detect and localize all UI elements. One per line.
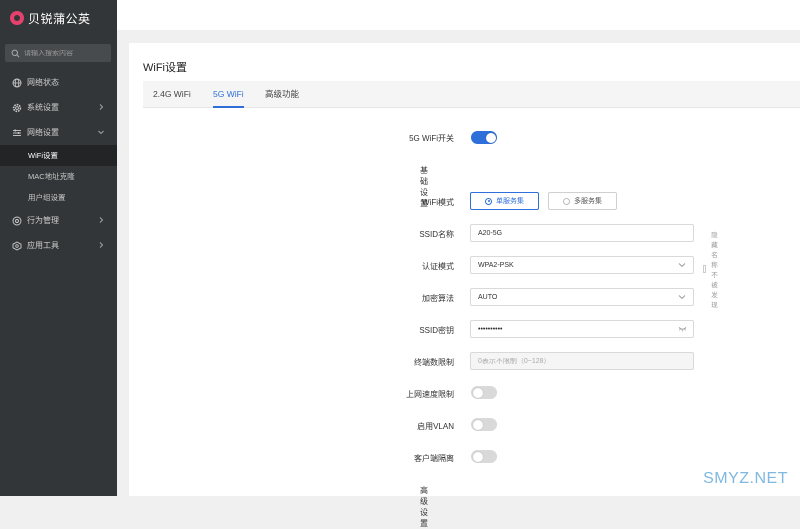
password-field[interactable]: ••••••••••: [470, 320, 694, 338]
sidebar-item-app-tools[interactable]: 应用工具: [0, 233, 117, 258]
radio-icon: [485, 197, 492, 205]
advanced-section-title: 高级设置: [420, 486, 428, 528]
search-box[interactable]: [5, 44, 111, 62]
gear-icon: [12, 103, 22, 113]
tab-bar: 2.4G WiFi 5G WiFi 高级功能: [143, 81, 800, 108]
sidebar-item-label: 网络状态: [27, 78, 59, 87]
sidebar-item-network-settings[interactable]: 网络设置: [0, 120, 117, 145]
ssid-label: SSID名称: [419, 230, 454, 239]
page-title: WiFi设置: [143, 62, 187, 74]
logo-icon: [10, 11, 24, 25]
hide-ssid-label: 隐藏名称不被发现: [711, 232, 718, 309]
checkbox-icon: [703, 265, 707, 273]
client-limit-input[interactable]: [478, 357, 672, 365]
client-limit-field[interactable]: [470, 352, 694, 370]
behavior-icon: [12, 216, 22, 226]
password-label: SSID密钥: [419, 326, 454, 335]
logo-text: 贝锐蒲公英: [28, 11, 91, 26]
top-bar: [117, 0, 800, 30]
tab-5g-wifi[interactable]: 5G WiFi: [213, 81, 244, 108]
sidebar-subitem-wifi-settings[interactable]: WiFi设置: [0, 145, 117, 166]
sidebar-item-label: 系统设置: [27, 103, 59, 112]
mode-option-label: 多服务集: [574, 198, 602, 205]
hide-ssid-checkbox[interactable]: 隐藏名称不被发现: [703, 229, 723, 309]
search-icon: [11, 49, 20, 58]
auth-select[interactable]: WPA2-PSK: [470, 256, 694, 274]
mode-label: WiFi模式: [422, 198, 454, 207]
sidebar-nav: 网络状态 系统设置 网络设置 WiFi设置 MAC地址克隆 用户组设置 行为管理…: [0, 70, 117, 258]
sidebar-item-behavior-management[interactable]: 行为管理: [0, 208, 117, 233]
sidebar-subitem-mac-clone[interactable]: MAC地址克隆: [0, 166, 117, 187]
auth-value: WPA2-PSK: [478, 261, 514, 269]
auth-label: 认证模式: [422, 262, 454, 271]
wifi-switch-toggle[interactable]: [471, 131, 497, 144]
mode-option-label: 单服务集: [496, 198, 524, 205]
vlan-toggle[interactable]: [471, 418, 497, 431]
speed-limit-label: 上网速度限制: [406, 390, 454, 399]
isolation-label: 客户端隔离: [414, 454, 454, 463]
chevron-down-icon: [678, 262, 686, 268]
ssid-input[interactable]: [478, 229, 672, 237]
search-input[interactable]: [24, 49, 104, 57]
logo: 贝锐蒲公英: [10, 9, 91, 27]
chevron-right-icon: [97, 216, 105, 224]
watermark: SMYZ.NET: [703, 470, 788, 487]
cipher-value: AUTO: [478, 293, 498, 301]
client-limit-label: 终端数限制: [414, 358, 454, 367]
eye-closed-icon[interactable]: [678, 326, 687, 332]
sidebar-item-system-settings[interactable]: 系统设置: [0, 95, 117, 120]
sidebar: 贝锐蒲公英 网络状态 系统设置 网络设置: [0, 0, 117, 496]
wifi-switch-label: 5G WiFi开关: [409, 134, 454, 143]
content-card: WiFi设置 2.4G WiFi 5G WiFi 高级功能 5G WiFi开关 …: [129, 43, 800, 528]
sidebar-item-network-status[interactable]: 网络状态: [0, 70, 117, 95]
globe-icon: [12, 78, 22, 88]
isolation-toggle[interactable]: [471, 450, 497, 463]
tool-icon: [12, 240, 22, 251]
password-value: ••••••••••: [478, 325, 503, 333]
ssid-field[interactable]: [470, 224, 694, 242]
cipher-label: 加密算法: [422, 294, 454, 303]
chevron-down-icon: [97, 128, 105, 136]
cipher-select[interactable]: AUTO: [470, 288, 694, 306]
mode-option-single[interactable]: 单服务集: [470, 192, 539, 210]
mode-option-multi[interactable]: 多服务集: [548, 192, 617, 210]
sidebar-item-label: 应用工具: [27, 241, 59, 250]
chevron-right-icon: [97, 103, 105, 111]
radio-icon: [563, 197, 570, 205]
settings-sliders-icon: [12, 128, 22, 138]
vlan-label: 启用VLAN: [417, 422, 454, 431]
chevron-right-icon: [97, 241, 105, 249]
sidebar-item-label: 行为管理: [27, 216, 59, 225]
sidebar-item-label: 网络设置: [27, 128, 59, 137]
tab-2g-wifi[interactable]: 2.4G WiFi: [153, 81, 191, 107]
sidebar-subitem-user-group[interactable]: 用户组设置: [0, 187, 117, 208]
chevron-down-icon: [678, 294, 686, 300]
speed-limit-toggle[interactable]: [471, 386, 497, 399]
tab-advanced[interactable]: 高级功能: [265, 81, 299, 107]
